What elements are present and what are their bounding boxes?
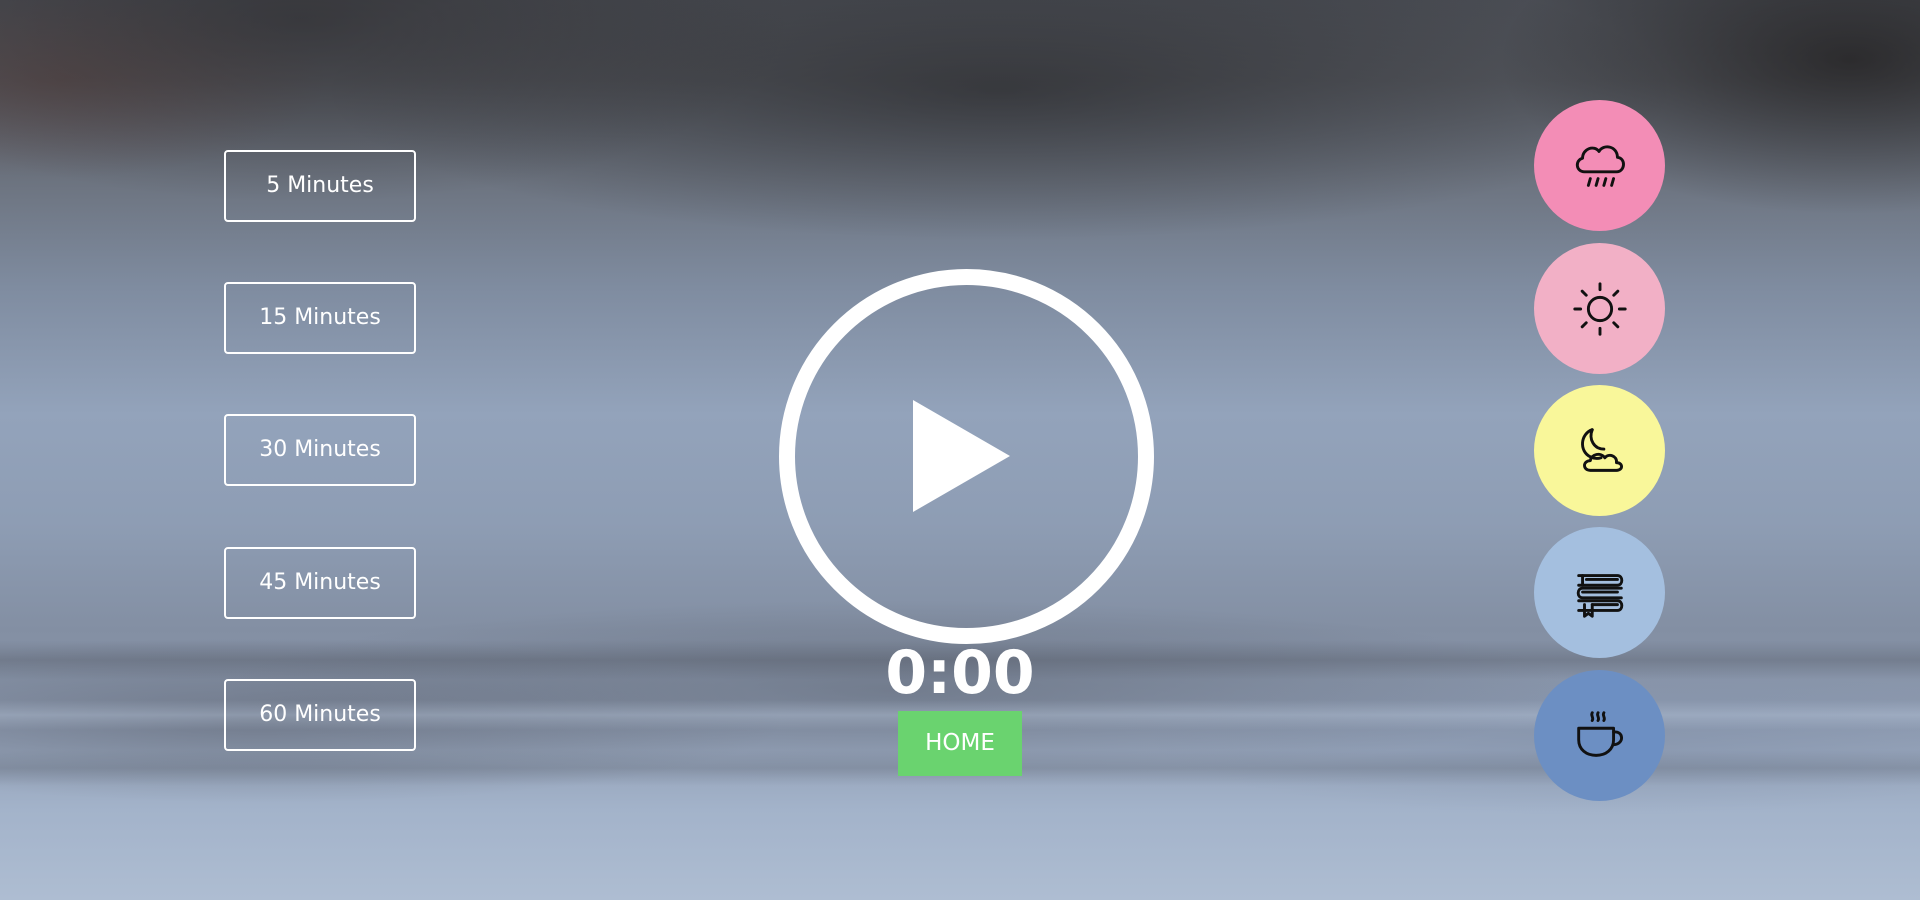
- duration-45-minutes-button[interactable]: 45 Minutes: [224, 547, 416, 619]
- duration-60-minutes-button[interactable]: 60 Minutes: [224, 679, 416, 751]
- sun-sound-button[interactable]: [1534, 243, 1665, 374]
- play-icon: [913, 400, 1010, 512]
- cafe-sound-button[interactable]: [1534, 670, 1665, 801]
- moon-cloud-icon: [1580, 427, 1623, 472]
- duration-30-minutes-button[interactable]: 30 Minutes: [224, 414, 416, 486]
- duration-5-minutes-button[interactable]: 5 Minutes: [224, 150, 416, 222]
- duration-15-minutes-button[interactable]: 15 Minutes: [224, 282, 416, 354]
- timer-display: 0:00: [885, 638, 1035, 708]
- app-background: 5 Minutes 15 Minutes 30 Minutes 45 Minut…: [0, 0, 1920, 900]
- night-sound-button[interactable]: [1534, 385, 1665, 516]
- rain-cloud-icon: [1575, 144, 1625, 187]
- rain-sound-button[interactable]: [1534, 100, 1665, 231]
- books-icon: [1576, 573, 1623, 618]
- coffee-cup-icon: [1576, 710, 1623, 757]
- sun-icon: [1572, 281, 1627, 336]
- study-sound-button[interactable]: [1534, 527, 1665, 658]
- play-button[interactable]: [779, 269, 1154, 644]
- home-button[interactable]: HOME: [898, 711, 1022, 776]
